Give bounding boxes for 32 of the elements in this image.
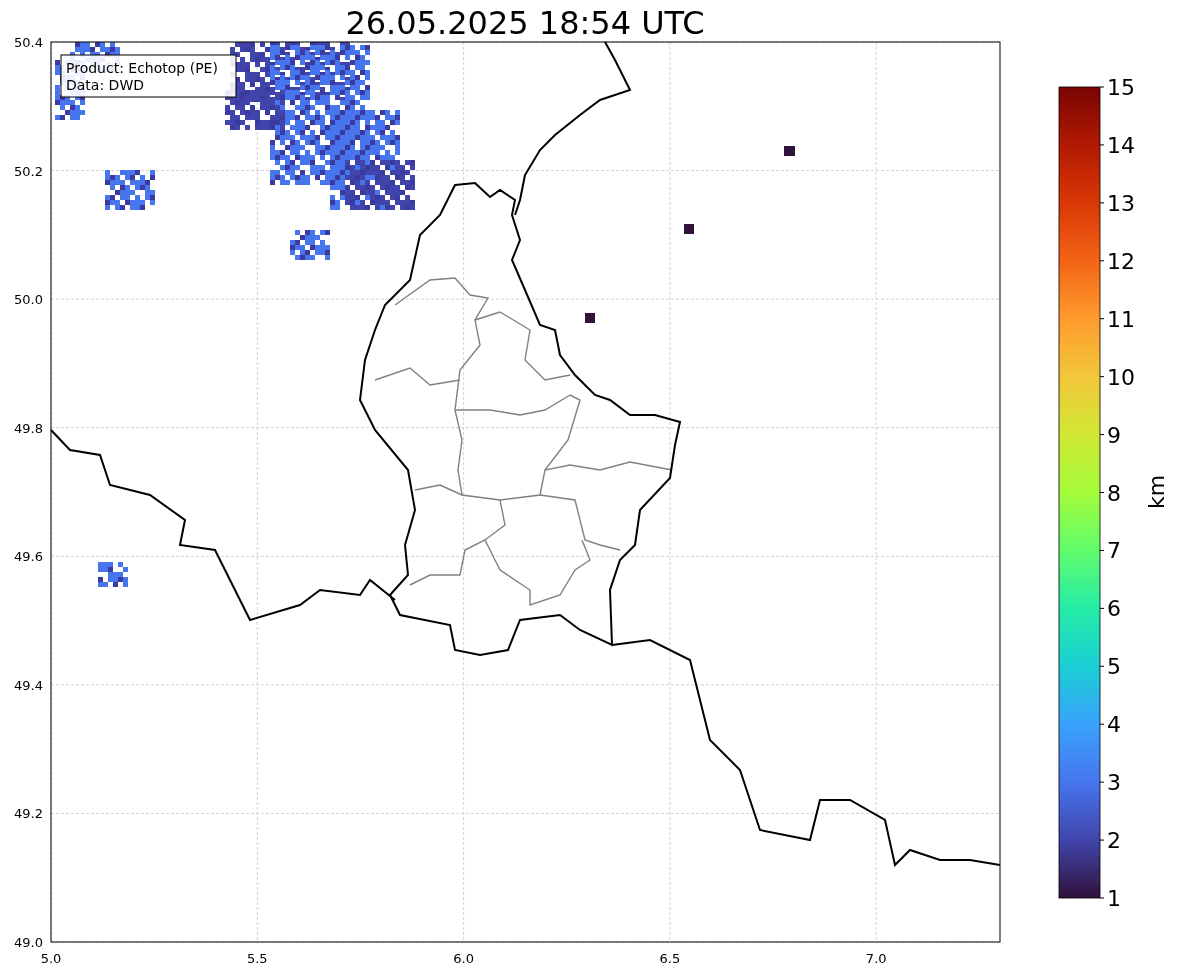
colorbar-tick-label: 2 xyxy=(1107,828,1121,854)
colorbar-tick-label: 3 xyxy=(1107,770,1121,796)
colorbar-label: km xyxy=(1144,474,1169,510)
colorbar-tick-label: 12 xyxy=(1107,248,1135,274)
y-tick-label: 50.0 xyxy=(14,292,43,308)
x-tick-label: 5.5 xyxy=(246,951,268,966)
x-tick-label: 7.0 xyxy=(865,951,887,966)
colorbar-tick-label: 14 xyxy=(1107,132,1135,158)
colorbar-tick-label: 5 xyxy=(1107,654,1121,680)
colorbar-tick-label: 15 xyxy=(1107,75,1135,100)
x-tick-label: 5.0 xyxy=(40,951,62,966)
colorbar-tick-label: 1 xyxy=(1107,886,1121,911)
colorbar-tick-label: 11 xyxy=(1107,306,1135,332)
x-tick-label: 6.0 xyxy=(453,951,474,966)
y-tick-label: 49.4 xyxy=(14,677,43,693)
y-tick-label: 49.8 xyxy=(14,420,43,436)
info-text: Product: Echotop (PE) xyxy=(66,60,218,76)
colorbar-tick-label: 6 xyxy=(1107,596,1121,622)
colorbar-tick-label: 7 xyxy=(1107,538,1121,564)
colorbar-tick-label: 8 xyxy=(1107,480,1121,506)
y-tick-label: 50.2 xyxy=(14,163,43,179)
colorbar-tick-label: 9 xyxy=(1107,422,1121,448)
y-tick-label: 49.6 xyxy=(14,549,43,565)
x-tick-label: 6.5 xyxy=(659,951,681,966)
y-tick-label: 49.2 xyxy=(14,806,43,822)
colorbar-tick-label: 13 xyxy=(1107,190,1135,216)
colorbar-tick-label: 10 xyxy=(1107,364,1135,390)
colorbar-tick-label: 4 xyxy=(1107,712,1121,738)
info-text: Data: DWD xyxy=(66,77,144,93)
y-tick-label: 50.4 xyxy=(14,35,43,50)
y-tick-label: 49.0 xyxy=(14,935,43,950)
chart-title: 26.05.2025 18:54 UTC xyxy=(345,4,705,42)
